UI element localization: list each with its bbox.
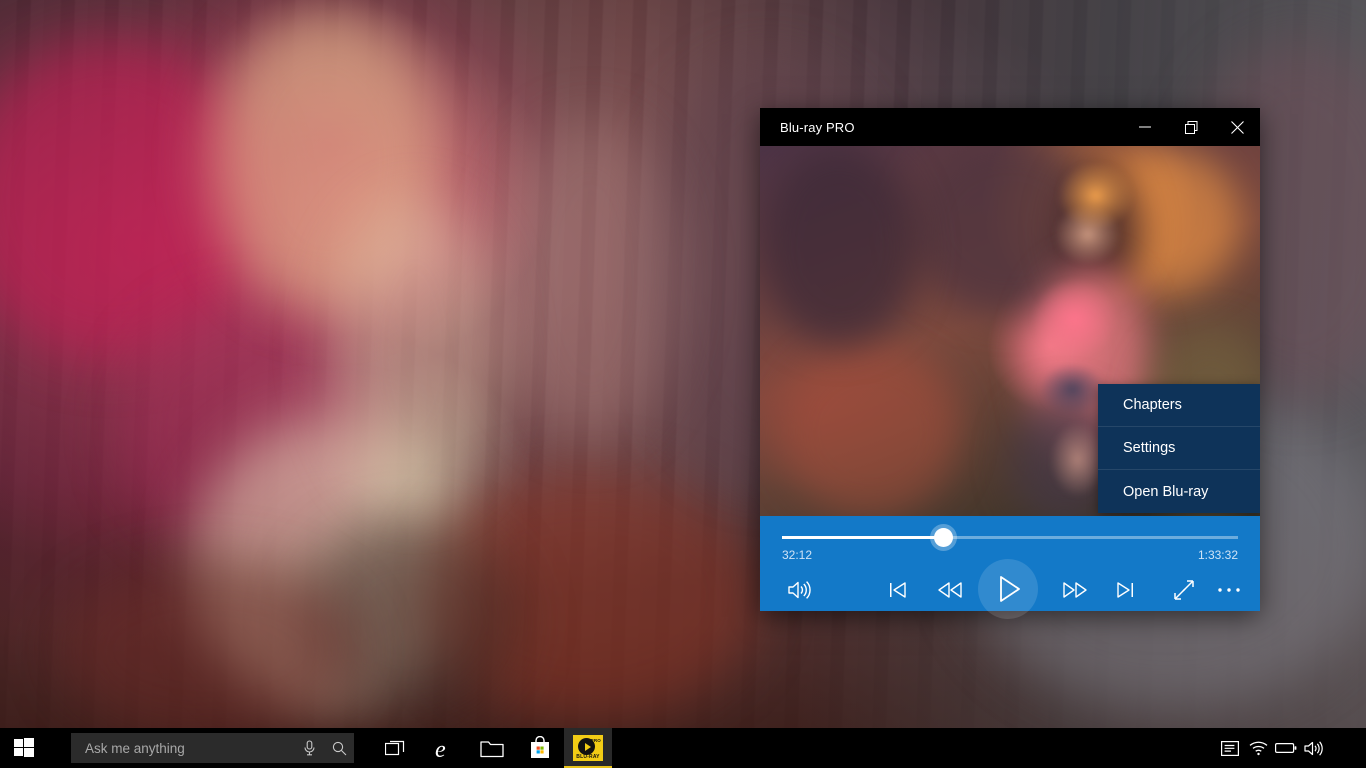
- wallpaper-blob: [60, 560, 360, 728]
- task-view-icon: [385, 739, 407, 757]
- battery-button[interactable]: [1272, 728, 1300, 768]
- restore-button[interactable]: [1168, 108, 1214, 146]
- system-tray: [1216, 728, 1366, 768]
- more-options-button[interactable]: [1206, 568, 1252, 611]
- taskbar: Ask me anything e: [0, 728, 1366, 768]
- microphone-icon: [303, 740, 316, 756]
- start-button[interactable]: [0, 728, 48, 768]
- bluray-player-window: Blu-ray PRO: [760, 108, 1260, 611]
- next-button[interactable]: [1102, 568, 1148, 611]
- next-track-icon: [1114, 579, 1136, 601]
- context-menu: Chapters Settings Open Blu-ray: [1098, 384, 1260, 513]
- bluray-logo-icon: PRO BLU-RAY: [573, 735, 603, 761]
- battery-icon: [1275, 742, 1297, 754]
- volume-button[interactable]: [778, 568, 822, 611]
- search-icon: [332, 741, 347, 756]
- menu-item-chapters[interactable]: Chapters: [1098, 384, 1260, 427]
- tray-volume-button[interactable]: [1300, 728, 1328, 768]
- minimize-icon: [1139, 121, 1151, 133]
- transport-buttons: [760, 568, 1260, 611]
- minimize-button[interactable]: [1122, 108, 1168, 146]
- close-button[interactable]: [1214, 108, 1260, 146]
- rewind-icon: [936, 579, 964, 601]
- folder-icon: [480, 738, 504, 758]
- windows-logo-icon: [14, 738, 34, 758]
- play-button[interactable]: [978, 559, 1038, 619]
- bluray-logo-text: BLU-RAY: [573, 754, 603, 760]
- menu-item-open-bluray[interactable]: Open Blu-ray: [1098, 470, 1260, 513]
- seek-fill: [782, 536, 943, 539]
- microphone-button[interactable]: [294, 740, 324, 756]
- action-center-button[interactable]: [1216, 728, 1244, 768]
- window-title: Blu-ray PRO: [780, 120, 855, 135]
- ellipsis-icon: [1217, 586, 1241, 594]
- menu-item-label: Settings: [1123, 440, 1175, 456]
- player-control-bar: 32:12 1:33:32: [760, 516, 1260, 611]
- fullscreen-icon: [1172, 578, 1196, 602]
- action-center-icon: [1221, 741, 1239, 756]
- menu-item-label: Open Blu-ray: [1123, 484, 1208, 500]
- restore-icon: [1185, 121, 1198, 134]
- bluray-play-triangle: [585, 743, 591, 751]
- wifi-icon: [1249, 741, 1268, 756]
- edge-button[interactable]: e: [420, 728, 468, 768]
- wallpaper-blob: [330, 200, 500, 500]
- previous-track-icon: [887, 579, 909, 601]
- store-button[interactable]: [516, 728, 564, 768]
- search-input[interactable]: Ask me anything: [71, 733, 354, 763]
- show-desktop-strip[interactable]: [1328, 728, 1354, 768]
- menu-item-settings[interactable]: Settings: [1098, 427, 1260, 470]
- previous-button[interactable]: [875, 568, 921, 611]
- video-stage[interactable]: Chapters Settings Open Blu-ray: [760, 146, 1260, 516]
- video-blob: [760, 146, 920, 346]
- total-time: 1:33:32: [1198, 548, 1238, 564]
- rewind-button[interactable]: [927, 568, 973, 611]
- fast-forward-icon: [1061, 579, 1089, 601]
- file-explorer-button[interactable]: [468, 728, 516, 768]
- seek-thumb[interactable]: [934, 528, 953, 547]
- search-button[interactable]: [324, 741, 354, 756]
- network-button[interactable]: [1244, 728, 1272, 768]
- current-time: 32:12: [782, 548, 812, 564]
- fast-forward-button[interactable]: [1052, 568, 1098, 611]
- speaker-icon: [1304, 740, 1324, 757]
- seek-bar[interactable]: [782, 529, 1238, 545]
- close-icon: [1231, 121, 1244, 134]
- bluray-badge-pro: PRO: [591, 738, 601, 743]
- window-controls: [1122, 108, 1260, 146]
- store-bag-icon: [529, 736, 551, 760]
- task-view-button[interactable]: [372, 728, 420, 768]
- window-titlebar[interactable]: Blu-ray PRO: [760, 108, 1260, 146]
- volume-icon: [787, 579, 813, 601]
- svg-text:e: e: [435, 737, 446, 761]
- play-icon: [991, 572, 1025, 606]
- taskbar-item-bluray-pro[interactable]: PRO BLU-RAY: [564, 728, 612, 768]
- edge-icon: e: [431, 735, 457, 761]
- wallpaper-blob: [500, 120, 680, 440]
- search-placeholder: Ask me anything: [85, 741, 294, 756]
- menu-item-label: Chapters: [1123, 397, 1182, 413]
- video-blob: [780, 346, 960, 516]
- fullscreen-button[interactable]: [1161, 568, 1207, 611]
